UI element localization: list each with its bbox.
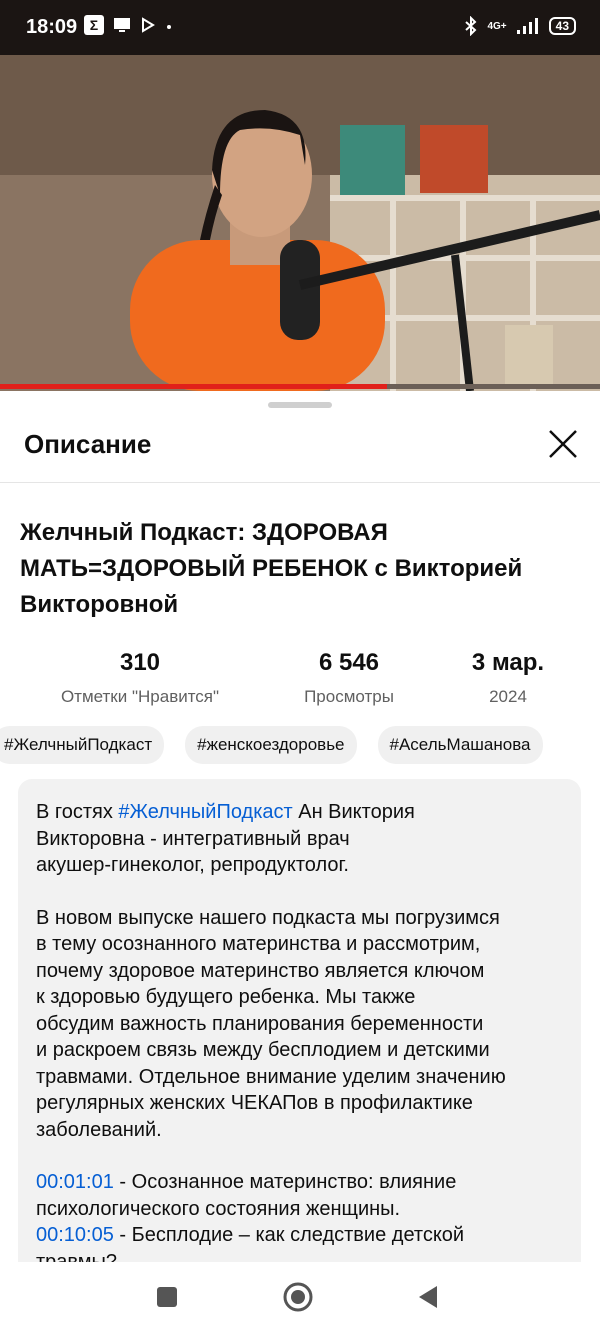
circle-icon[interactable]	[281, 1280, 315, 1314]
signal-icon	[516, 18, 538, 34]
bluetooth-icon	[465, 16, 477, 36]
chapter-text: - Осознанное материнство: влияние	[113, 1171, 457, 1193]
hashtag-chip[interactable]: #АсельМашанова	[377, 726, 543, 764]
status-right-icons: 4G+ 43	[463, 16, 576, 36]
video-player[interactable]	[0, 55, 600, 391]
sheet-title: Описание	[24, 429, 152, 459]
intro-text: акушер-гинеколог, репродуктолог.	[36, 854, 349, 876]
views-count: 6 546	[318, 649, 380, 676]
status-time: 18:09	[26, 16, 78, 38]
intro-text: В гостях	[36, 801, 119, 823]
hashtag-chips: #ЖелчныйПодкаст #женскоездоровье #АсельМ…	[0, 726, 543, 764]
play-notification-icon	[142, 17, 155, 33]
hashtag-chip[interactable]: #женскоездоровье	[185, 726, 357, 764]
stat-likes: 310 Отметки "Нравится"	[50, 649, 230, 707]
sigma-app-icon: Σ	[84, 15, 104, 35]
drag-handle[interactable]	[268, 402, 332, 408]
dot-icon	[167, 25, 171, 29]
likes-count: 310	[119, 649, 161, 676]
paragraph-line: почему здоровое материнство является клю…	[36, 959, 485, 982]
views-label: Просмотры	[304, 687, 394, 706]
chapter-text: психологического состояния женщины.	[36, 1197, 401, 1220]
stat-date: 3 мар. 2024	[453, 649, 563, 707]
publish-year: 2024	[489, 687, 527, 706]
video-progress-bar[interactable]	[0, 384, 600, 389]
triangle-back-icon[interactable]	[412, 1280, 446, 1314]
hashtag-chip[interactable]: #ЖелчныйПодкаст	[0, 726, 165, 764]
battery-indicator: 43	[548, 17, 576, 35]
chapter-text: - Бесплодие – как следствие детской	[113, 1224, 465, 1246]
network-type: 4G+	[487, 20, 507, 32]
close-icon[interactable]	[546, 427, 580, 461]
timestamp-link[interactable]: 00:01:01	[36, 1171, 114, 1193]
timestamp-link[interactable]: 00:10:05	[36, 1224, 114, 1246]
video-title: Желчный Подкаст: ЗДОРОВАЯ МАТЬ=ЗДОРОВЫЙ …	[20, 519, 523, 618]
video-progress-fill	[0, 384, 387, 389]
paragraph-line: и раскроем связь между бесплодием и детс…	[36, 1039, 490, 1061]
description-paragraph: В новом выпуске нашего подкаста мы погру…	[36, 905, 563, 1144]
description-sheet: Описание Желчный Подкаст: ЗДОРОВАЯ МАТЬ=…	[0, 391, 600, 1299]
chapters: 00:01:01 - Осознанное материнство: влиян…	[36, 1169, 563, 1275]
video-frame	[0, 55, 600, 391]
paragraph-line: регулярных женских ЧЕКАПов в профилактик…	[36, 1092, 473, 1114]
paragraph-line: травмами. Отдельное внимание уделим знач…	[36, 1065, 506, 1088]
paragraph-line: В новом выпуске нашего подкаста мы погру…	[36, 906, 500, 929]
description-box: В гостях #ЖелчныйПодкаст Ан Виктория Викт…	[18, 779, 581, 1299]
paragraph-line: заболеваний.	[36, 1118, 162, 1141]
hashtag-link[interactable]: #ЖелчныйПодкаст	[118, 801, 292, 823]
likes-label: Отметки "Нравится"	[60, 687, 220, 706]
description-intro: В гостях #ЖелчныйПодкаст Ан Виктория Викт…	[36, 799, 563, 879]
navigation-bar	[0, 1262, 600, 1332]
intro-text: Викторовна - интегративный врач	[36, 827, 350, 850]
paragraph-line: к здоровью будущего ребенка. Мы также	[36, 986, 416, 1008]
status-bar: 18:09 Σ 4G+ 43	[0, 0, 600, 55]
status-notification-icons: Σ	[84, 15, 174, 35]
square-icon[interactable]	[150, 1280, 184, 1314]
stat-views: 6 546 Просмотры	[269, 649, 429, 707]
header-divider	[0, 482, 600, 483]
publish-date: 3 мар.	[471, 649, 545, 676]
paragraph-line: в тему осознанного материнства и рассмот…	[36, 933, 481, 955]
tv-icon	[114, 18, 130, 32]
intro-text: Ан Виктория	[292, 801, 415, 823]
paragraph-line: обсудим важность планирования беременнос…	[36, 1012, 484, 1035]
